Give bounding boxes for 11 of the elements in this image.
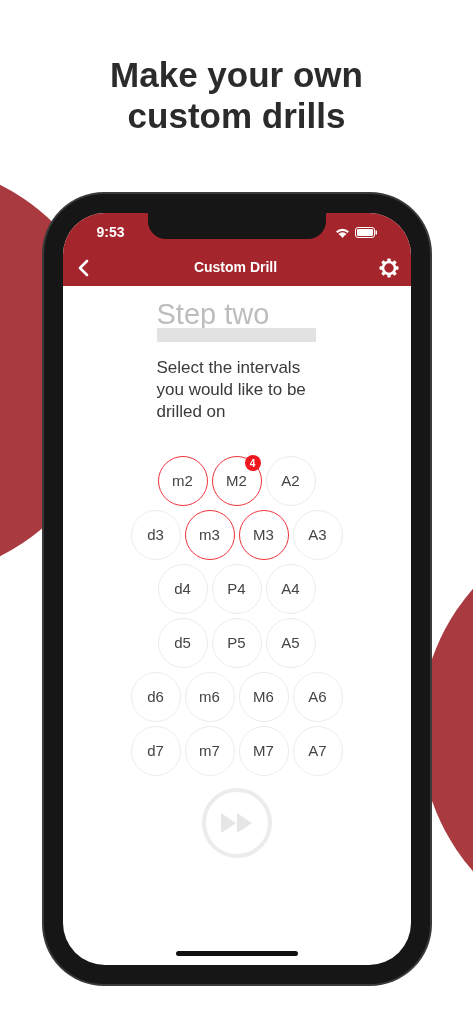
count-badge: 4 bbox=[244, 455, 261, 471]
step-title: Step two bbox=[156, 297, 271, 331]
nav-title: Custom Drill bbox=[193, 258, 278, 277]
settings-button[interactable] bbox=[378, 256, 401, 279]
settings-icon bbox=[379, 257, 400, 278]
headline: Make your own custom drills bbox=[109, 54, 364, 136]
status-time: 9:53 bbox=[96, 222, 125, 242]
chevron-left-icon bbox=[76, 258, 89, 277]
wifi-icon bbox=[334, 226, 350, 238]
instruction-text: Select the intervals you would like to be drilled on bbox=[156, 357, 307, 423]
battery-icon bbox=[354, 226, 377, 238]
